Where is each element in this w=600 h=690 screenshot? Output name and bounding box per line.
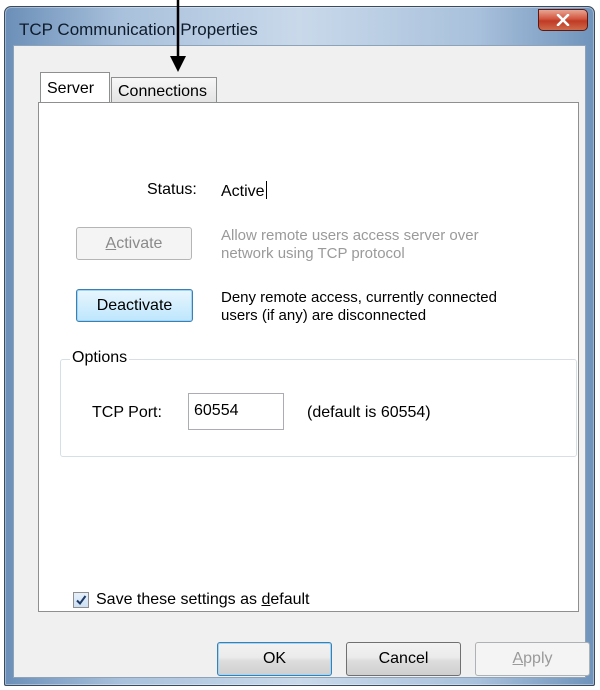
activate-label: ctivate xyxy=(116,234,163,252)
cancel-button[interactable]: Cancel xyxy=(346,642,461,676)
down-arrow-icon xyxy=(170,0,186,72)
activate-mnemonic: A xyxy=(105,234,117,252)
activate-description-line1: Allow remote users access server over xyxy=(221,227,479,244)
text-caret xyxy=(265,181,267,199)
tcp-port-label: TCP Port: xyxy=(92,404,162,421)
ok-button[interactable]: OK xyxy=(217,642,332,676)
save-default-label-prefix: Save these settings as xyxy=(96,591,262,608)
save-default-mnemonic: d xyxy=(261,591,271,608)
status-value: Active xyxy=(221,181,267,200)
dialog-client-area: Server Connections Status: Active Activa… xyxy=(13,45,590,678)
save-default-checkbox[interactable] xyxy=(73,592,89,608)
activate-button[interactable]: Activate xyxy=(76,227,192,260)
activate-description: Allow remote users access server over ne… xyxy=(221,227,479,263)
tab-server[interactable]: Server xyxy=(40,72,110,102)
window-title: TCP Communication Properties xyxy=(19,20,258,39)
tcp-port-default-hint: (default is 60554) xyxy=(307,404,431,421)
status-label: Status: xyxy=(147,181,197,198)
save-default-label[interactable]: Save these settings as default xyxy=(96,591,309,609)
tcp-port-input[interactable]: 60554 xyxy=(188,393,284,430)
server-tab-panel: Status: Active Activate Allow remote use… xyxy=(38,102,579,612)
apply-label: pply xyxy=(523,650,553,667)
deactivate-description: Deny remote access, currently connected … xyxy=(221,289,497,325)
apply-button[interactable]: Apply xyxy=(475,642,590,676)
deactivate-button[interactable]: Deactivate xyxy=(76,289,193,322)
dialog-window: TCP Communication Properties Server Conn… xyxy=(4,6,595,686)
close-button[interactable] xyxy=(538,9,588,31)
deactivate-description-line1: Deny remote access, currently connected xyxy=(221,289,497,306)
activate-description-line2: network using TCP protocol xyxy=(221,245,405,262)
save-default-label-suffix: efault xyxy=(270,591,310,608)
title-bar[interactable]: TCP Communication Properties xyxy=(5,7,594,41)
tab-connections[interactable]: Connections xyxy=(111,77,217,103)
deactivate-description-line2: users (if any) are disconnected xyxy=(221,307,427,324)
checkmark-icon xyxy=(76,595,87,606)
apply-mnemonic: A xyxy=(512,650,524,667)
close-icon xyxy=(556,14,570,26)
options-group-title: Options xyxy=(70,349,130,367)
